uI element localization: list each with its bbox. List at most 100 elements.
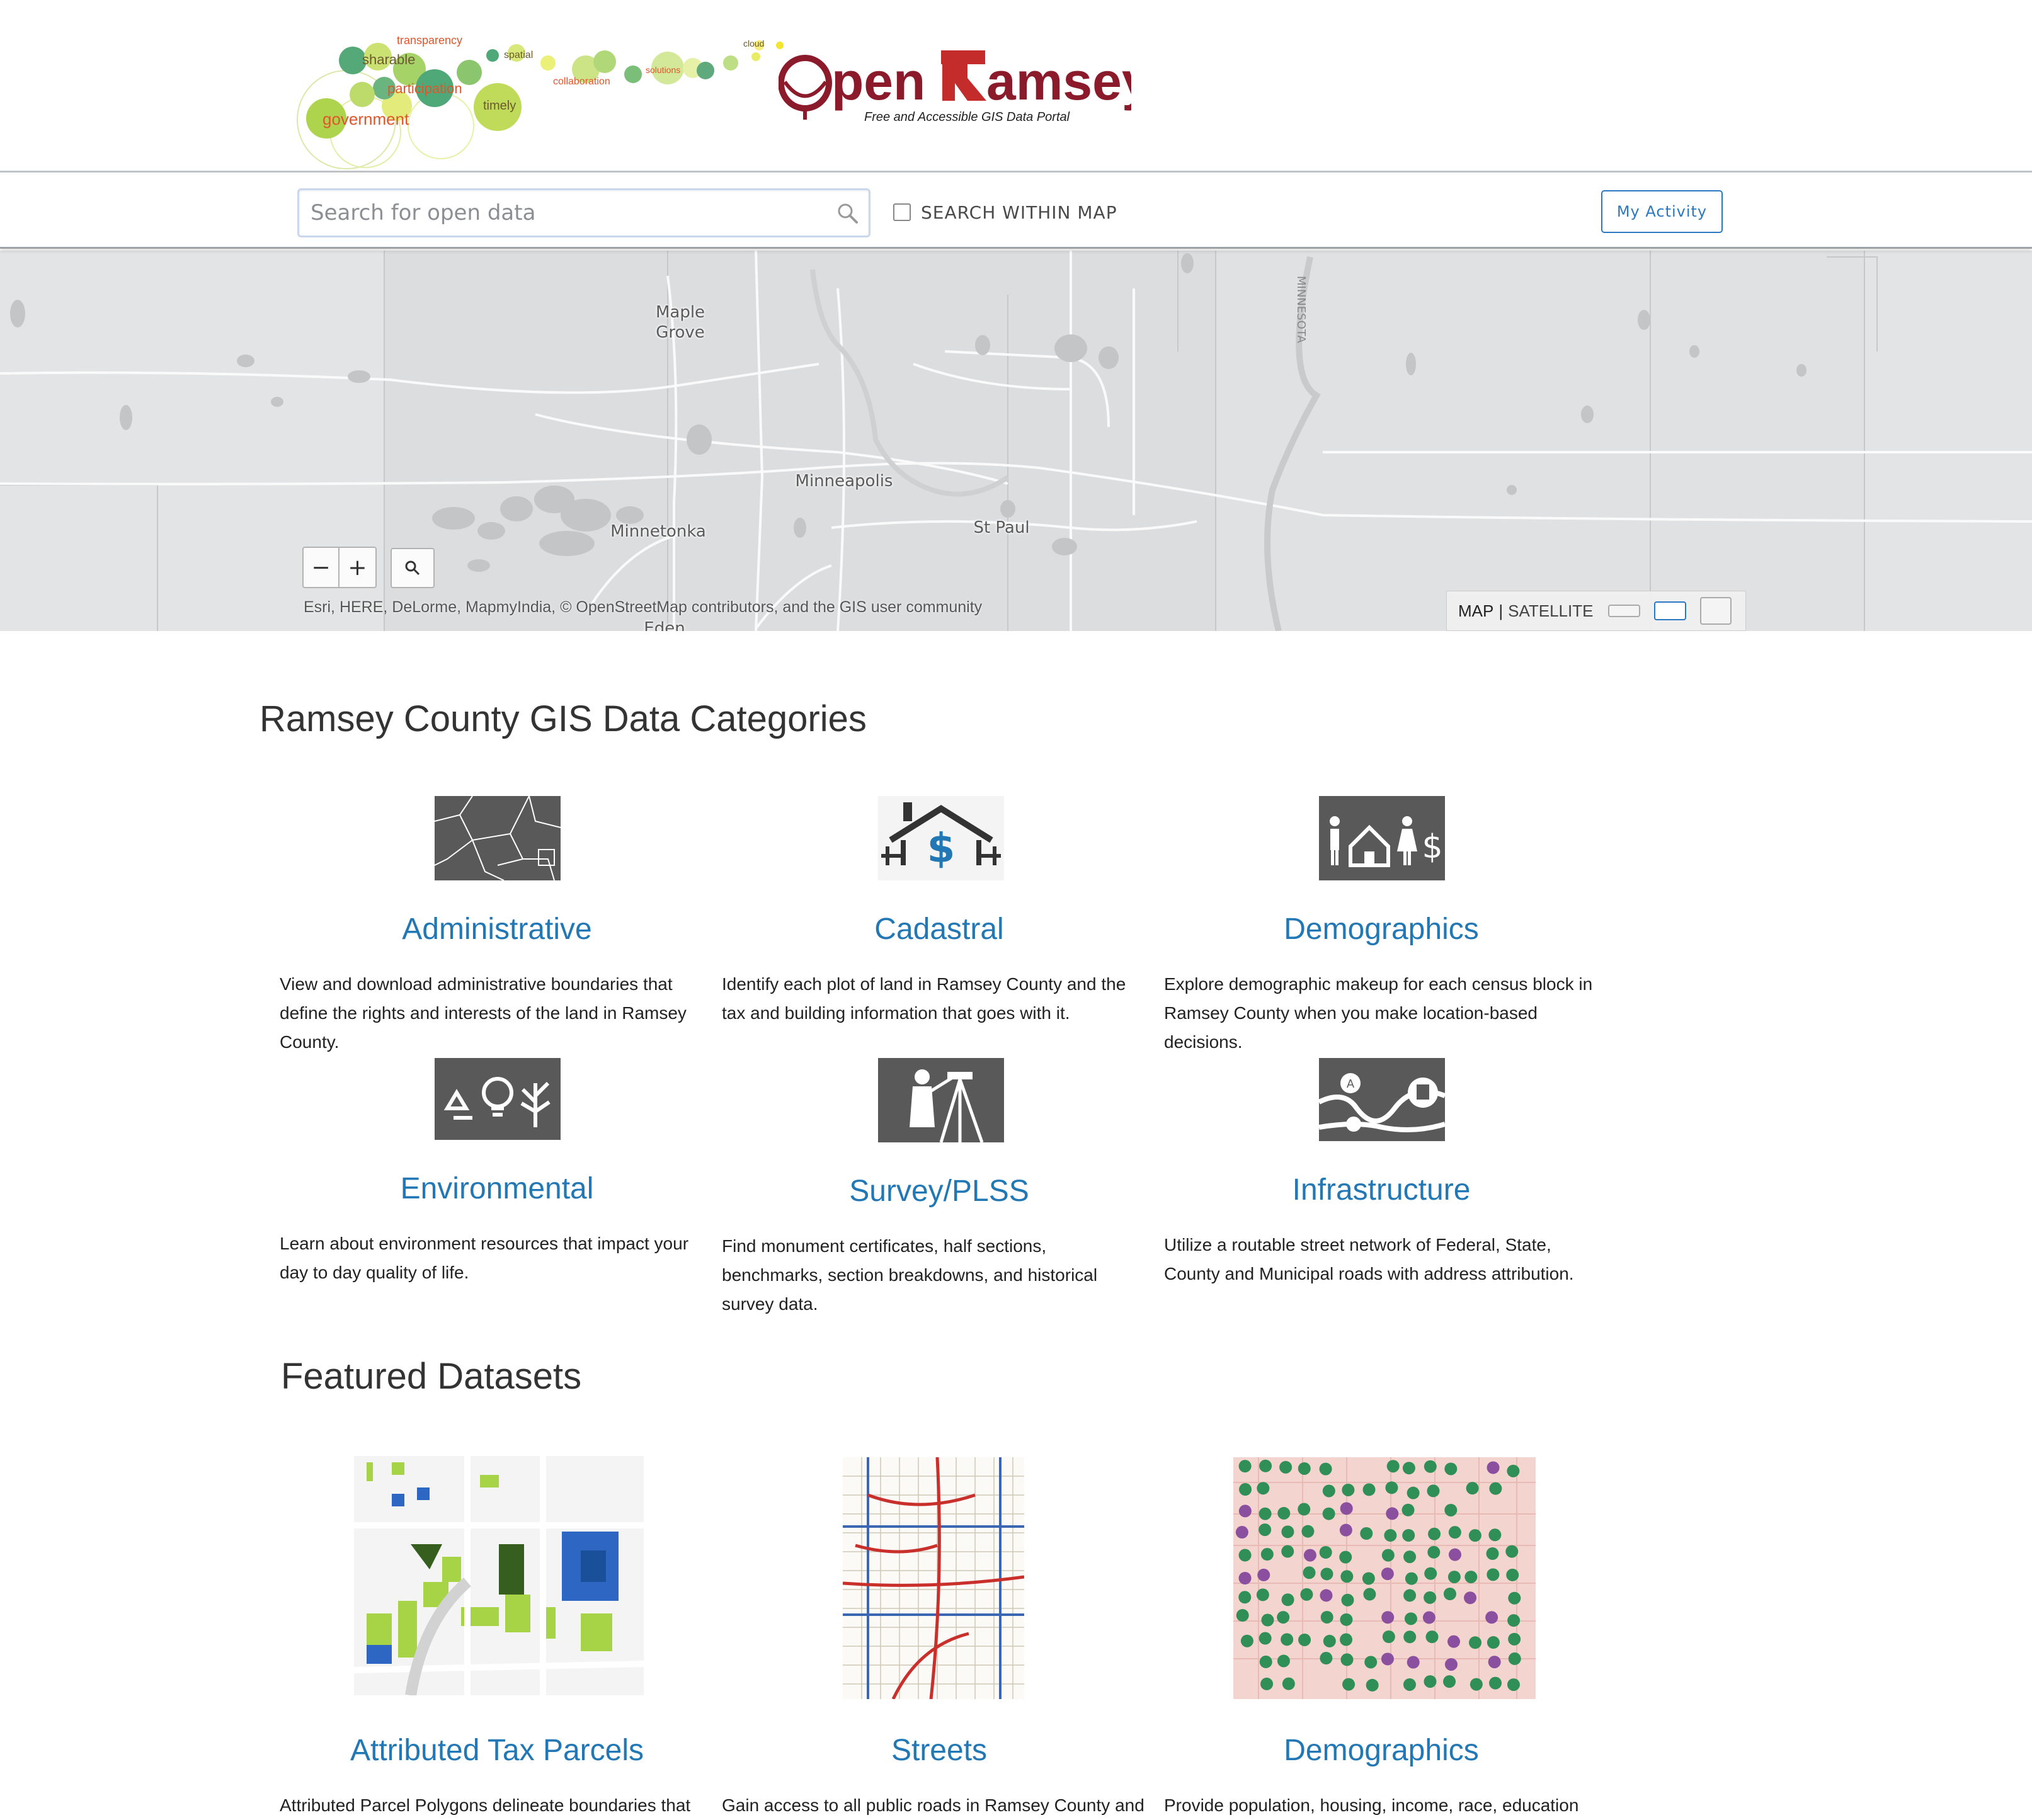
recycle-bulb-tree-icon[interactable] xyxy=(435,1058,561,1140)
population-dot xyxy=(1320,1567,1333,1581)
category-title[interactable]: Administrative xyxy=(280,912,714,947)
population-dot xyxy=(1281,1525,1294,1538)
population-dot xyxy=(1238,1460,1252,1473)
featured-card-streets[interactable]: Streets Gain access to all public roads … xyxy=(722,1452,1156,1817)
population-dot xyxy=(1468,1636,1481,1649)
category-title[interactable]: Cadastral xyxy=(722,912,1156,947)
category-card-survey-plss[interactable]: Survey/PLSS Find monument certificates, … xyxy=(722,1057,1156,1321)
population-dot xyxy=(1277,1506,1291,1520)
openramsey-logo: pen amsey Free and Accessible GIS Data P… xyxy=(778,44,1151,132)
search-within-map-label: SEARCH WITHIN MAP xyxy=(921,202,1117,223)
population-dot xyxy=(1486,1547,1499,1561)
population-dot xyxy=(1487,1568,1500,1581)
zoom-out-button[interactable]: − xyxy=(304,548,340,587)
map-search-button[interactable] xyxy=(391,548,435,588)
population-dot xyxy=(1239,1483,1252,1496)
population-dot xyxy=(1403,1589,1417,1602)
population-dot xyxy=(1363,1588,1376,1601)
streets-thumbnail[interactable] xyxy=(843,1457,1024,1699)
svg-text:cloud: cloud xyxy=(743,38,764,48)
population-dot xyxy=(1340,1613,1353,1626)
basemap-thumbnail[interactable] xyxy=(1608,605,1640,617)
basemap-satellite-option[interactable]: SATELLITE xyxy=(1508,601,1593,621)
route-transit-icon[interactable]: A xyxy=(1318,1058,1446,1141)
population-dot xyxy=(1427,1545,1441,1559)
population-dot xyxy=(1464,1591,1477,1605)
population-dot xyxy=(1381,1567,1394,1581)
boundary-map-icon[interactable] xyxy=(434,795,561,881)
house-dollar-icon[interactable]: $ xyxy=(878,796,1004,880)
population-dot xyxy=(1300,1588,1313,1601)
population-dot xyxy=(1403,1630,1417,1644)
population-dot xyxy=(1259,1459,1272,1472)
search-within-map-checkbox[interactable] xyxy=(893,203,911,221)
population-dot xyxy=(1339,1550,1352,1564)
population-dot xyxy=(1382,1630,1395,1644)
population-dot xyxy=(1259,1655,1272,1668)
population-dot xyxy=(1322,1507,1335,1520)
search-within-map-option[interactable]: SEARCH WITHIN MAP xyxy=(893,200,1117,225)
population-dot xyxy=(1427,1484,1440,1498)
population-dot xyxy=(1488,1656,1501,1669)
population-dot xyxy=(1385,1481,1398,1494)
search-toolbar: SEARCH WITHIN MAP My Activity xyxy=(0,174,2032,249)
category-title[interactable]: Environmental xyxy=(280,1171,714,1206)
basemap-switcher: MAP | SATELLITE xyxy=(1446,591,1746,631)
basemap-thumbnail[interactable] xyxy=(1699,597,1732,625)
population-dot xyxy=(1257,1482,1270,1495)
population-dot xyxy=(1487,1461,1500,1474)
category-card-demographics[interactable]: $ Demographics Explore demographic makeu… xyxy=(1164,795,1599,1059)
category-title[interactable]: Demographics xyxy=(1164,912,1599,947)
population-dot xyxy=(1384,1529,1397,1542)
my-activity-button[interactable]: My Activity xyxy=(1601,190,1723,233)
population-dot xyxy=(1404,1612,1417,1625)
category-title[interactable]: Survey/PLSS xyxy=(722,1174,1156,1209)
population-dot xyxy=(1448,1526,1461,1539)
featured-title[interactable]: Attributed Tax Parcels xyxy=(280,1733,714,1768)
basemap-separator: | xyxy=(1498,601,1504,620)
category-description: Identify each plot of land in Ramsey Cou… xyxy=(722,974,1126,1023)
search-input[interactable] xyxy=(311,196,814,229)
population-dot xyxy=(1260,1677,1274,1690)
search-box[interactable] xyxy=(297,188,870,237)
basemap-map-option[interactable]: MAP xyxy=(1458,601,1493,621)
population-dot xyxy=(1506,1568,1519,1581)
population-dot xyxy=(1277,1654,1290,1668)
basemap-thumbnail-selected[interactable] xyxy=(1653,601,1686,620)
word-cloud-logo: transparency sharable spatial cloud part… xyxy=(297,34,784,169)
featured-title[interactable]: Streets xyxy=(722,1733,1156,1768)
category-card-cadastral[interactable]: $ Cadastral Identify each plot of land i… xyxy=(722,795,1156,1059)
svg-text:pen: pen xyxy=(831,52,925,111)
population-dot xyxy=(1319,1462,1332,1476)
surveyor-icon[interactable] xyxy=(878,1058,1004,1143)
svg-text:participation: participation xyxy=(387,81,462,96)
population-dot xyxy=(1362,1483,1376,1496)
population-dot xyxy=(1281,1593,1294,1607)
magnifier-icon xyxy=(405,560,420,576)
category-card-infrastructure[interactable]: A Infrastructure Utilize a routable stre… xyxy=(1164,1057,1599,1309)
population-dot xyxy=(1485,1611,1498,1624)
population-dot xyxy=(1407,1486,1420,1499)
population-dot xyxy=(1298,1503,1311,1516)
zoom-in-button[interactable]: + xyxy=(340,548,375,587)
population-dot xyxy=(1487,1636,1500,1649)
search-icon[interactable] xyxy=(836,202,860,225)
featured-card-tax-parcels[interactable]: Attributed Tax Parcels Attributed Parcel… xyxy=(280,1452,714,1817)
people-house-dollar-icon[interactable]: $ xyxy=(1319,796,1445,880)
category-title[interactable]: Infrastructure xyxy=(1164,1173,1599,1207)
featured-title[interactable]: Demographics xyxy=(1164,1733,1599,1768)
basemap-map-view[interactable]: MINNESOTA Maple Grove Minneapolis Minnet… xyxy=(0,251,2032,631)
featured-card-demographics[interactable]: Demographics Provide population, housing… xyxy=(1164,1452,1599,1817)
svg-text:sharable: sharable xyxy=(362,52,415,67)
tax-parcels-thumbnail[interactable] xyxy=(354,1456,644,1695)
category-description: View and download administrative boundar… xyxy=(280,974,687,1052)
category-card-administrative[interactable]: Administrative View and download adminis… xyxy=(280,795,714,1059)
zoom-controls: − + xyxy=(302,547,377,588)
demographics-thumbnail[interactable] xyxy=(1233,1457,1536,1699)
population-dot xyxy=(1282,1677,1295,1690)
population-dot xyxy=(1468,1529,1481,1542)
population-dot xyxy=(1322,1484,1335,1498)
svg-text:A: A xyxy=(1347,1078,1355,1091)
population-dot xyxy=(1447,1635,1461,1648)
category-card-environmental[interactable]: Environmental Learn about environment re… xyxy=(280,1057,714,1309)
